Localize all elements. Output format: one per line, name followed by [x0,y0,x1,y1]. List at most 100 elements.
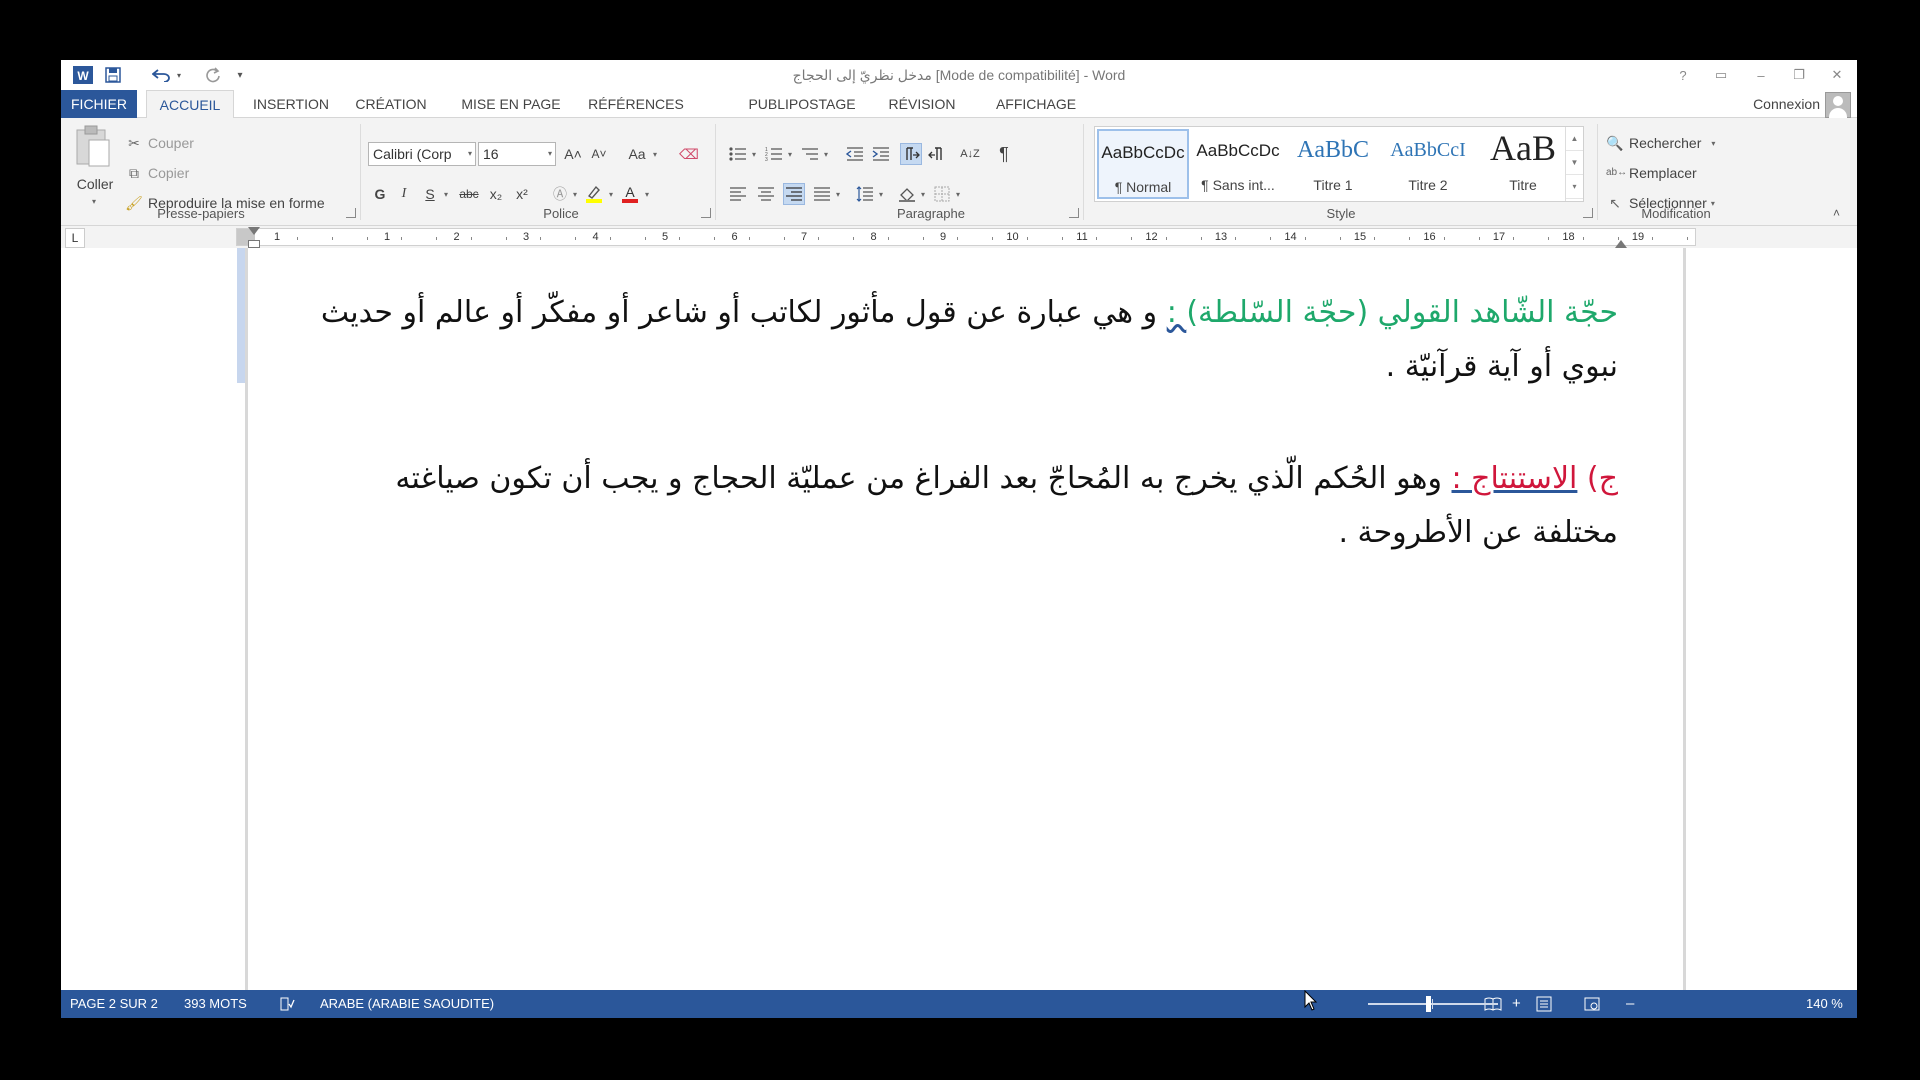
minimize-icon[interactable]: – [1747,63,1775,87]
proofing-icon[interactable] [278,995,296,1013]
multilevel-dropdown-icon[interactable]: ▾ [822,143,830,165]
style-heading-1[interactable]: AaBbC Titre 1 [1287,129,1379,199]
zoom-level[interactable]: 140 % [1806,990,1843,1018]
bullets-dropdown-icon[interactable]: ▾ [750,143,758,165]
font-color-dropdown-icon[interactable]: ▾ [643,183,651,205]
change-case-button[interactable]: Aa [624,143,650,165]
clipboard-launcher-icon[interactable] [346,208,356,218]
increase-indent-icon[interactable] [870,143,892,165]
shading-icon[interactable] [896,183,918,205]
zoom-slider-thumb[interactable] [1426,996,1431,1012]
language-indicator[interactable]: ARABE (ARABIE SAOUDITE) [320,990,494,1018]
borders-icon[interactable] [931,183,953,205]
borders-dropdown-icon[interactable]: ▾ [954,183,962,205]
font-launcher-icon[interactable] [701,208,711,218]
tab-creation[interactable]: CRÉATION [346,90,436,118]
bold-button[interactable]: G [369,183,391,205]
word-count[interactable]: 393 MOTS [184,990,247,1018]
shading-dropdown-icon[interactable]: ▾ [919,183,927,205]
highlight-dropdown-icon[interactable]: ▾ [607,183,615,205]
document-area[interactable]: حجّة الشّاهد القولي (حجّة السّلطة) : و ه… [61,248,1857,990]
justify-icon[interactable] [811,183,833,205]
line-spacing-dropdown-icon[interactable]: ▾ [877,183,885,205]
font-name-combo[interactable]: Calibri (Corp ▾ [368,142,476,166]
line-spacing-icon[interactable] [854,183,876,205]
tab-publipostage[interactable]: PUBLIPOSTAGE [743,90,861,118]
italic-button[interactable]: I [393,183,415,205]
replace-button[interactable]: ab↔ Remplacer [1606,164,1697,182]
copy-button[interactable]: ⧉ Copier [125,164,189,182]
cut-button[interactable]: ✂ Couper [125,134,194,152]
ribbon-display-options-icon[interactable]: ▭ [1707,63,1735,87]
align-left-icon[interactable] [727,183,749,205]
gallery-up-icon[interactable]: ▲ [1566,127,1583,151]
gallery-more-icon[interactable]: ▾ [1566,175,1583,199]
collapse-ribbon-icon[interactable]: ˄ [1833,206,1840,220]
zoom-in-button[interactable]: + [1512,990,1521,1018]
close-icon[interactable]: ✕ [1823,63,1851,87]
tab-insertion[interactable]: INSERTION [246,90,336,118]
text-effects-dropdown-icon[interactable]: ▾ [571,183,579,205]
clear-formatting-icon[interactable]: ⌫ [678,143,700,165]
first-line-indent-marker[interactable] [248,227,260,235]
horizontal-ruler[interactable]: 1 1 2 3 4 5 6 7 8 9 10 11 12 13 14 15 16 17 18 19 [236,228,1696,246]
tab-mise-en-page[interactable]: MISE EN PAGE [451,90,571,118]
show-formatting-icon[interactable]: ¶ [993,143,1015,165]
font-size-combo[interactable]: 16 ▾ [478,142,556,166]
align-center-icon[interactable] [755,183,777,205]
left-to-right-icon[interactable] [900,143,922,165]
page-count[interactable]: PAGE 2 SUR 2 [70,990,158,1018]
right-to-left-icon[interactable] [926,143,948,165]
sort-icon[interactable]: A↓Z [959,143,981,165]
print-layout-icon[interactable] [1535,995,1553,1013]
superscript-button[interactable]: x² [511,183,533,205]
align-right-icon[interactable] [783,183,805,205]
zoom-out-button[interactable]: – [1626,990,1634,1018]
tab-affichage[interactable]: AFFICHAGE [986,90,1086,118]
restore-icon[interactable]: ❐ [1785,63,1813,87]
numbering-icon[interactable]: 123 [763,143,785,165]
style-normal[interactable]: AaBbCcDc ¶ Normal [1097,129,1189,199]
paste-icon[interactable] [73,124,117,168]
numbering-dropdown-icon[interactable]: ▾ [786,143,794,165]
tab-selector[interactable]: L [65,228,85,248]
text-effects-icon[interactable]: Ⓐ [549,183,571,205]
ruler-tick [887,237,889,240]
avatar[interactable] [1825,92,1851,118]
change-case-dropdown-icon[interactable]: ▾ [651,143,659,165]
subscript-button[interactable]: x₂ [485,183,507,205]
paragraph-launcher-icon[interactable] [1069,208,1079,218]
style-heading-2[interactable]: AaBbCcI Titre 2 [1382,129,1474,199]
right-indent-marker[interactable] [1615,240,1627,248]
find-button[interactable]: 🔍 Rechercher ▾ [1606,134,1715,152]
gallery-down-icon[interactable]: ▼ [1566,151,1583,175]
highlight-icon[interactable] [583,183,605,205]
style-title[interactable]: AaB Titre [1477,128,1569,199]
styles-launcher-icon[interactable] [1583,208,1593,218]
paragraph-1[interactable]: حجّة الشّاهد القولي (حجّة السّلطة) : و ه… [308,286,1618,394]
zoom-slider-track[interactable] [1368,1003,1498,1005]
tab-revision[interactable]: RÉVISION [876,90,968,118]
style-no-spacing[interactable]: AaBbCcDc ¶ Sans int... [1192,129,1284,199]
tab-references[interactable]: RÉFÉRENCES [581,90,691,118]
paste-dropdown-icon[interactable]: ▾ [90,190,98,212]
ruler-tick [1235,237,1237,240]
underline-button[interactable]: S [419,183,441,205]
font-color-icon[interactable]: A [619,183,641,205]
underline-dropdown-icon[interactable]: ▾ [442,183,450,205]
tab-accueil[interactable]: ACCUEIL [146,90,234,119]
paragraph-2[interactable]: ج) الاستنتاج : وهو الحُكم الّذي يخرج به … [308,452,1618,560]
left-indent-marker[interactable] [248,240,260,248]
justify-dropdown-icon[interactable]: ▾ [834,183,842,205]
multilevel-list-icon[interactable] [799,143,821,165]
tab-fichier[interactable]: FICHIER [61,90,137,118]
bullets-icon[interactable] [727,143,749,165]
help-icon[interactable]: ? [1669,63,1697,87]
document-page[interactable]: حجّة الشّاهد القولي (حجّة السّلطة) : و ه… [248,248,1683,990]
decrease-indent-icon[interactable] [844,143,866,165]
web-layout-icon[interactable] [1583,995,1601,1013]
strikethrough-button[interactable]: abc [455,183,483,205]
grow-font-button[interactable]: A˄ [562,143,584,165]
sign-in-link[interactable]: Connexion [1753,90,1820,118]
shrink-font-button[interactable]: A˅ [588,143,610,165]
